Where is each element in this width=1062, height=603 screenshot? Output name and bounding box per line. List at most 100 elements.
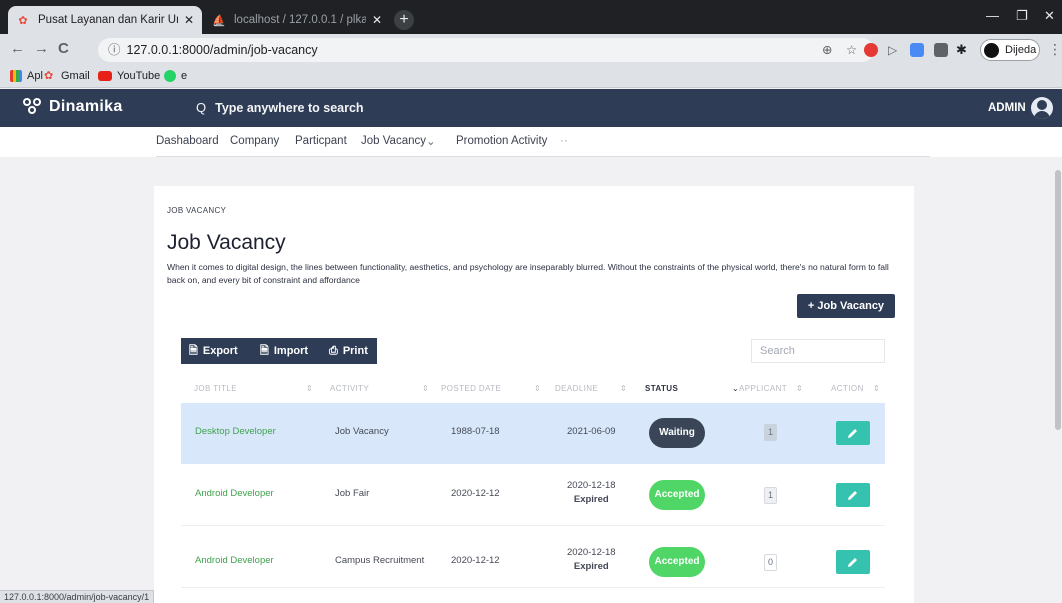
table-search-input[interactable]: [751, 339, 885, 363]
job-title-link[interactable]: Desktop Developer: [195, 426, 276, 437]
browser-toolbar: ← → C ⓘ 127.0.0.1:8000/admin/job-vacancy …: [0, 34, 1062, 66]
sort-icon[interactable]: ⇕: [422, 384, 429, 393]
translate-extension-icon[interactable]: [910, 43, 924, 57]
export-button[interactable]: 🗎 Export: [189, 338, 238, 364]
header-applicant[interactable]: APPLICANT: [739, 384, 787, 393]
main-nav: Dashaboard Company Particpant Job Vacanc…: [0, 127, 1062, 157]
extensions-puzzle-icon[interactable]: ✱: [956, 43, 970, 57]
header-job-title[interactable]: JOB TITLE: [194, 384, 237, 393]
browser-tab-strip: ✿ Pusat Layanan dan Karir Universi ✕ ⛵ l…: [0, 0, 1062, 34]
page-title: Job Vacancy: [167, 231, 286, 254]
table-tools: 🗎 Export 🗎 Import ⎙ Print: [181, 338, 377, 364]
bookmark-whatsapp[interactable]: e: [164, 70, 187, 82]
header-activity[interactable]: ACTIVITY: [330, 384, 369, 393]
table-row[interactable]: Desktop Developer Job Vacancy 1988-07-18…: [181, 403, 885, 464]
close-window-icon[interactable]: ✕: [1044, 8, 1055, 24]
job-title-link[interactable]: Android Developer: [195, 555, 274, 566]
close-tab-icon[interactable]: ✕: [372, 13, 382, 27]
status-badge: Accepted: [649, 480, 705, 510]
header-deadline[interactable]: DEADLINE: [555, 384, 598, 393]
page-description: When it comes to digital design, the lin…: [167, 262, 889, 285]
user-label[interactable]: ADMIN: [988, 102, 1026, 114]
profile-button[interactable]: Dijeda: [980, 39, 1040, 61]
sort-icon[interactable]: ⇕: [873, 384, 880, 393]
nav-dashboard[interactable]: Dashaboard: [156, 135, 219, 147]
zoom-icon[interactable]: ⊕: [822, 38, 832, 62]
nav-company[interactable]: Company: [230, 135, 279, 147]
nav-job-vacancy[interactable]: Job Vacancy: [361, 135, 426, 147]
applicant-count: 1: [764, 487, 777, 504]
deadline-date: 2020-12-18: [567, 480, 616, 491]
adblock-extension-icon[interactable]: [864, 43, 878, 57]
bookmark-label: Apl: [27, 70, 43, 82]
dinamika-bookmark-icon: ✿: [44, 70, 54, 82]
edit-button[interactable]: [836, 483, 870, 507]
screenshot-extension-icon[interactable]: [934, 43, 948, 57]
nav-more[interactable]: ··: [560, 135, 568, 147]
applicant-count: 1: [764, 424, 777, 441]
avatar[interactable]: [1031, 97, 1053, 119]
logo-text: Dinamika: [49, 98, 123, 115]
nav-promotion-activity[interactable]: Promotion Activity: [456, 135, 547, 147]
import-label: Import: [273, 345, 309, 357]
youtube-icon: [98, 71, 112, 81]
back-arrow-icon[interactable]: ←: [10, 40, 25, 57]
bookmark-gmail[interactable]: ✿ Gmail: [44, 70, 90, 82]
edit-button[interactable]: [836, 421, 870, 445]
job-vacancy-card: JOB VACANCY Job Vacancy When it comes to…: [154, 186, 914, 603]
browser-tab-phpmyadmin[interactable]: ⛵ localhost / 127.0.0.1 / plkadb / jo ✕: [204, 6, 390, 34]
apps-grid-icon: [10, 70, 22, 82]
table-row[interactable]: Android Developer Job Fair 2020-12-12 20…: [181, 465, 885, 526]
activity-cell: Campus Recruitment: [335, 555, 425, 566]
import-button[interactable]: 🗎 Import: [260, 338, 308, 364]
browser-menu-icon[interactable]: ⋮: [1048, 41, 1062, 58]
bookmark-star-icon[interactable]: ☆: [846, 38, 857, 62]
bookmark-label: e: [181, 70, 188, 82]
header-posted-date[interactable]: POSTED DATE: [441, 384, 501, 393]
browser-tab-active[interactable]: ✿ Pusat Layanan dan Karir Universi ✕: [8, 6, 202, 34]
sort-icon[interactable]: ⇕: [534, 384, 541, 393]
print-button[interactable]: ⎙ Print: [329, 338, 368, 364]
deadline-cell: 2020-12-18 Expired: [567, 479, 616, 507]
scrollbar-thumb[interactable]: [1055, 170, 1061, 430]
activity-cell: Job Vacancy: [335, 426, 389, 437]
sort-icon[interactable]: ⇕: [620, 384, 627, 393]
chevron-down-icon[interactable]: ⌄: [426, 134, 436, 148]
sort-desc-icon[interactable]: ⌄: [732, 384, 739, 393]
new-tab-button[interactable]: +: [394, 10, 414, 30]
dinamika-favicon-icon: ✿: [18, 14, 28, 27]
tab-title: Pusat Layanan dan Karir Universi: [38, 14, 178, 26]
bookmark-label: Gmail: [61, 70, 90, 82]
deadline-cell: 2020-12-18 Expired: [567, 546, 616, 574]
minimize-window-icon[interactable]: —: [986, 8, 999, 23]
dinamika-logo-icon: [23, 98, 45, 116]
header-action[interactable]: ACTION: [831, 384, 864, 393]
forward-arrow-icon[interactable]: →: [34, 40, 49, 57]
breadcrumb: JOB VACANCY: [167, 206, 227, 215]
global-search[interactable]: Q Type anywhere to search: [196, 100, 364, 115]
bookmarks-bar: Apl ✿ Gmail YouTube e: [0, 66, 1062, 88]
posted-date-cell: 2020-12-12: [451, 555, 500, 566]
pencil-icon: [848, 429, 857, 438]
job-title-link[interactable]: Android Developer: [195, 488, 274, 499]
maximize-window-icon[interactable]: ❐: [1016, 8, 1028, 24]
close-tab-icon[interactable]: ✕: [184, 13, 194, 27]
edit-button[interactable]: [836, 550, 870, 574]
address-bar[interactable]: ⓘ 127.0.0.1:8000/admin/job-vacancy ⊕ ☆: [98, 38, 874, 62]
dinamika-logo[interactable]: Dinamika: [23, 98, 123, 116]
reload-icon[interactable]: C: [58, 40, 69, 57]
bookmark-label: YouTube: [117, 70, 161, 82]
tab-title: localhost / 127.0.0.1 / plkadb / jo: [234, 14, 366, 26]
nav-participant[interactable]: Particpant: [295, 135, 347, 147]
site-info-icon[interactable]: ⓘ: [108, 43, 121, 57]
deadline-cell: 2021-06-09: [567, 426, 616, 437]
nav-divider: [156, 156, 930, 157]
bookmark-youtube[interactable]: YouTube: [98, 70, 160, 82]
table-row[interactable]: Android Developer Campus Recruitment 202…: [181, 527, 885, 588]
header-status[interactable]: STATUS: [645, 384, 678, 393]
sort-icon[interactable]: ⇕: [796, 384, 803, 393]
play-extension-icon[interactable]: ▷: [888, 43, 902, 57]
bookmark-apps[interactable]: Apl: [10, 70, 43, 82]
sort-icon[interactable]: ⇕: [306, 384, 313, 393]
add-job-vacancy-button[interactable]: + Job Vacancy: [797, 294, 895, 318]
